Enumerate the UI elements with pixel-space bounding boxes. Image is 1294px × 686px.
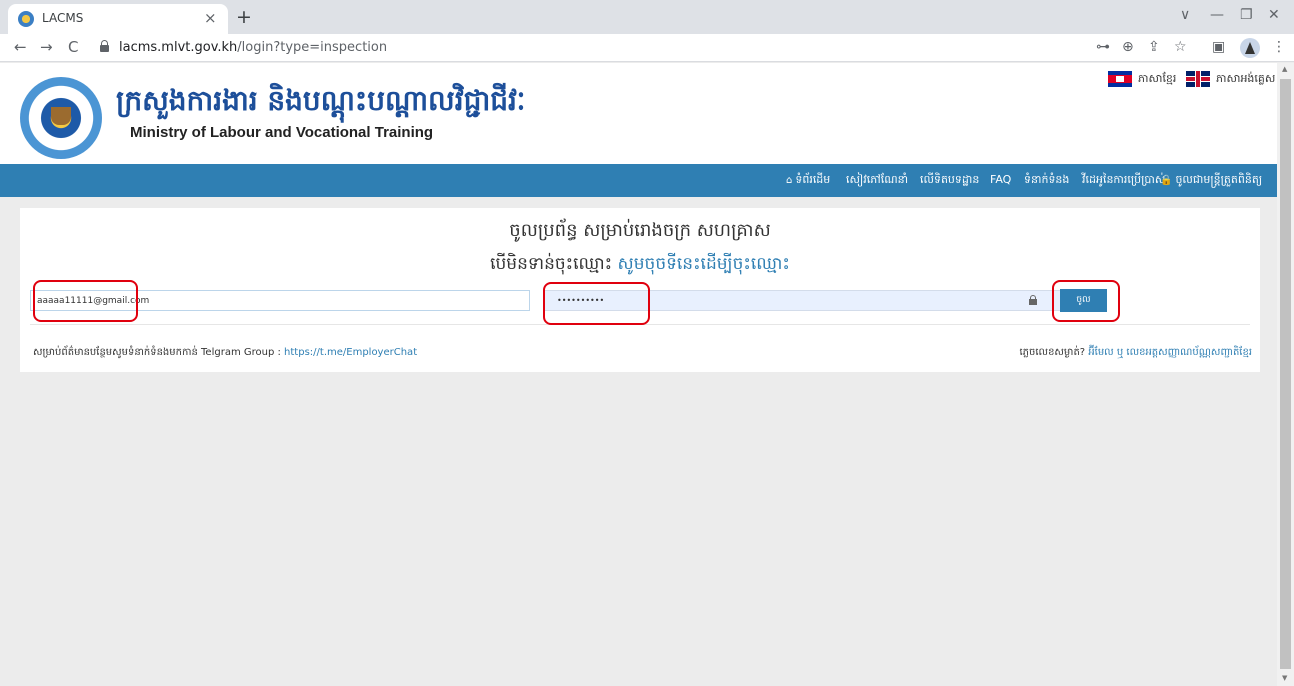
- address-bar[interactable]: lacms.mlvt.gov.kh/login?type=inspection: [94, 36, 1094, 60]
- telegram-link[interactable]: https://t.me/EmployerChat: [284, 347, 417, 358]
- ministry-seal-logo[interactable]: [20, 77, 102, 159]
- close-window-icon[interactable]: ✕: [1268, 7, 1280, 23]
- tab-search-icon[interactable]: ∨: [1180, 7, 1190, 23]
- forward-icon[interactable]: →: [40, 38, 53, 56]
- site-header: ក្រសួងការងារ និងបណ្តុះបណ្តាលវិជ្ជាជីវៈ M…: [0, 63, 1277, 164]
- profile-avatar[interactable]: [1240, 38, 1260, 58]
- password-input[interactable]: [545, 291, 1035, 310]
- tab-close-icon[interactable]: ×: [204, 9, 217, 27]
- minimize-icon[interactable]: —: [1210, 7, 1224, 23]
- login-button[interactable]: ចូល: [1060, 289, 1107, 312]
- register-prompt: បើមិនទាន់ចុះឈ្មោះ សូមចុចទីនេះដើម្បីចុះឈ្…: [490, 254, 790, 274]
- zoom-icon[interactable]: ⊕: [1122, 39, 1134, 55]
- nav-contact[interactable]: ទំនាក់ទំនង: [1024, 173, 1069, 189]
- page-viewport: ក្រសួងការងារ និងបណ្តុះបណ្តាលវិជ្ជាជីវៈ M…: [0, 63, 1277, 686]
- scroll-down-icon[interactable]: ▼: [1282, 674, 1287, 682]
- language-khmer-link[interactable]: ភាសាខ្មែរ: [1108, 71, 1176, 87]
- browser-menu-icon[interactable]: ⋮: [1272, 39, 1286, 55]
- register-link[interactable]: សូមចុចទីនេះដើម្បីចុះឈ្មោះ: [618, 254, 790, 274]
- login-panel: ចូលប្រព័ន្ធ សម្រាប់រោងចក្រ សហគ្រាស បើមិន…: [20, 208, 1260, 372]
- forgot-password: ភ្លេចលេខសម្ងាត់? អ៊ីមែល ឬ លេខអត្តសញ្ញាណប…: [1019, 347, 1253, 358]
- home-icon: ⌂: [786, 175, 793, 186]
- main-nav: ⌂ ទំព័រដើម សៀវភៅណែនាំ លើទិតបទដ្ឋាន FAQ ទំ…: [0, 164, 1277, 197]
- restore-icon[interactable]: ❐: [1240, 7, 1253, 23]
- site-favicon-icon: [18, 11, 34, 27]
- share-icon[interactable]: ⇪: [1148, 39, 1160, 55]
- reload-icon[interactable]: C: [68, 38, 78, 56]
- nav-faq[interactable]: FAQ: [990, 173, 1011, 186]
- password-field[interactable]: [544, 290, 1064, 311]
- back-icon[interactable]: ←: [14, 38, 27, 56]
- email-input[interactable]: [30, 290, 530, 311]
- nav-home[interactable]: ⌂ ទំព័រដើម: [786, 173, 830, 189]
- scrollbar-thumb[interactable]: [1280, 79, 1291, 669]
- nav-guide[interactable]: សៀវភៅណែនាំ: [846, 173, 908, 189]
- tab-title: LACMS: [42, 11, 84, 25]
- language-english-link[interactable]: ភាសាអង់គ្លេស: [1186, 71, 1275, 87]
- nav-video-tutorial[interactable]: វីដេអូនៃការប្រើប្រាស់: [1082, 173, 1165, 189]
- uk-flag-icon: [1186, 71, 1210, 87]
- divider: [30, 324, 1250, 325]
- password-key-icon[interactable]: ⊶: [1096, 39, 1110, 55]
- page-scrollbar[interactable]: ▲ ▼: [1277, 63, 1294, 686]
- browser-toolbar: ← → C lacms.mlvt.gov.kh/login?type=inspe…: [0, 34, 1294, 62]
- lock-icon[interactable]: [100, 40, 109, 52]
- cambodia-flag-icon: [1108, 71, 1132, 87]
- scroll-up-icon[interactable]: ▲: [1282, 65, 1287, 73]
- browser-tab[interactable]: LACMS ×: [8, 4, 228, 34]
- forgot-password-link[interactable]: អ៊ីមែល ឬ លេខអត្តសញ្ញាណប័ណ្ណសញ្ជាតិខ្មែរ: [1088, 347, 1252, 358]
- browser-tab-strip: LACMS × + ∨ — ❐ ✕: [0, 0, 1294, 34]
- nav-inspector-login[interactable]: 🔒 ចូលជាមន្ត្រីត្រួតពិនិត្យ: [1160, 173, 1262, 189]
- new-tab-button[interactable]: +: [236, 6, 252, 28]
- ministry-title-khmer: ក្រសួងការងារ និងបណ្តុះបណ្តាលវិជ្ជាជីវៈ: [116, 84, 526, 117]
- bookmark-star-icon[interactable]: ☆: [1174, 39, 1187, 55]
- side-panel-icon[interactable]: ▣: [1212, 39, 1225, 55]
- ministry-title-english: Ministry of Labour and Vocational Traini…: [130, 124, 434, 141]
- login-heading: ចូលប្រព័ន្ធ សម្រាប់រោងចក្រ សហគ្រាស: [509, 220, 771, 241]
- lock-icon: 🔒: [1160, 175, 1173, 186]
- contact-info: សម្រាប់ព័ត៌មានបន្ថែមសូមទំនាក់ទំនងមកកាន់ …: [33, 347, 418, 358]
- url-text[interactable]: lacms.mlvt.gov.kh/login?type=inspection: [119, 40, 387, 55]
- password-lock-icon: [1029, 295, 1037, 305]
- nav-standards[interactable]: លើទិតបទដ្ឋាន: [920, 173, 979, 189]
